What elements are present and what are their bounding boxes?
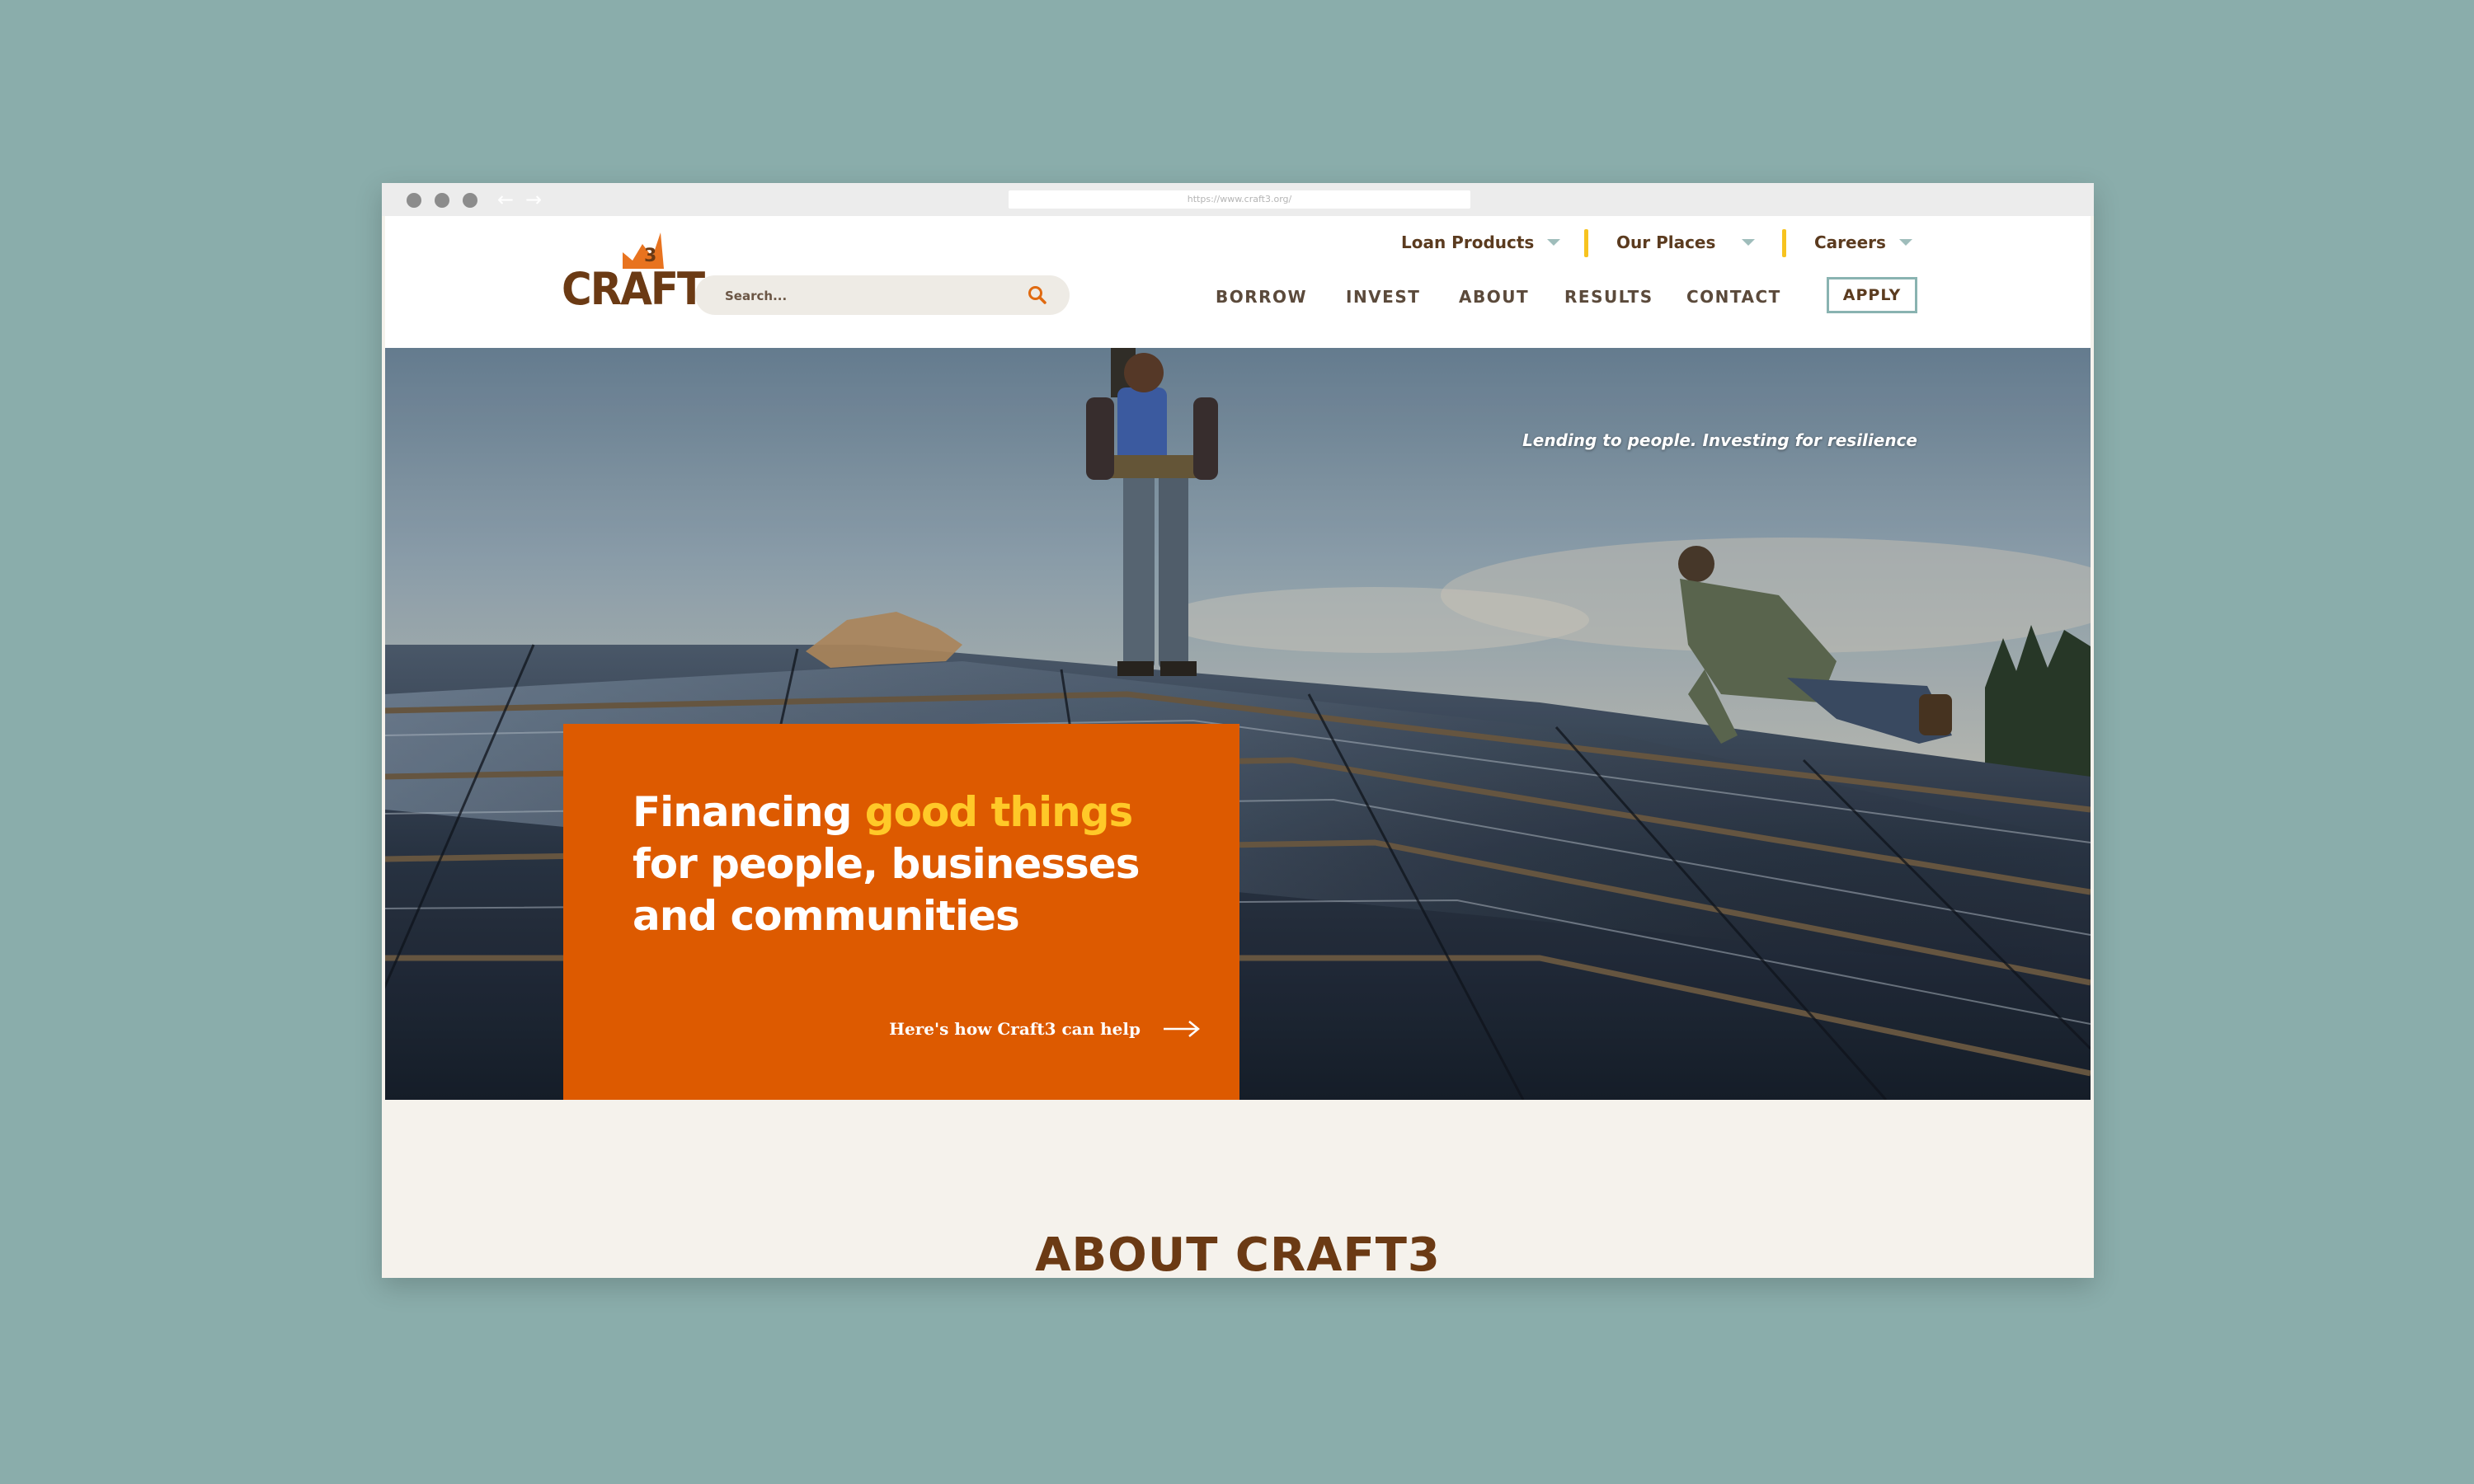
site-header: CRAFT 3 Loan Products Our Places Careers… [385, 216, 2091, 348]
back-arrow-icon[interactable]: ← [497, 188, 514, 211]
headline-highlight: good things [864, 788, 1133, 836]
hero-cta-panel: Financing good things for people, busine… [563, 724, 1239, 1100]
how-craft3-can-help-link[interactable]: Here's how Craft3 can help [889, 1019, 1200, 1039]
browser-window: ← → https://www.craft3.org/ CRAFT 3 Loan… [382, 183, 2094, 1278]
search-bar [695, 275, 1070, 317]
nav-results[interactable]: RESULTS [1564, 287, 1653, 307]
nav-borrow[interactable]: BORROW [1216, 287, 1307, 307]
arrow-right-icon [1164, 1021, 1200, 1037]
hero-tagline: Lending to people. Investing for resilie… [1522, 430, 1917, 450]
top-nav-label: Careers [1814, 232, 1886, 252]
nav-invest[interactable]: INVEST [1346, 287, 1420, 307]
top-nav-label: Our Places [1616, 232, 1716, 252]
chevron-down-icon [1742, 238, 1756, 246]
search-icon[interactable] [1027, 284, 1048, 306]
top-nav-label: Loan Products [1401, 232, 1535, 252]
headline-start: Financing [633, 788, 865, 836]
chevron-down-icon [1547, 238, 1561, 246]
logo-text: CRAFT [562, 263, 705, 315]
craft3-logo[interactable]: CRAFT 3 [562, 232, 705, 315]
search-input[interactable] [723, 275, 1023, 317]
forward-arrow-icon[interactable]: → [525, 188, 542, 211]
top-nav-our-places[interactable]: Our Places [1616, 232, 1756, 252]
apply-button[interactable]: APPLY [1827, 277, 1917, 313]
top-nav-careers[interactable]: Careers [1814, 232, 1912, 252]
headline-rest: for people, businesses and communities [633, 840, 1140, 940]
window-maximize-dot[interactable] [463, 193, 477, 208]
browser-chrome: ← → https://www.craft3.org/ [382, 183, 2094, 216]
cta-link-label: Here's how Craft3 can help [889, 1019, 1141, 1039]
top-nav-loan-products[interactable]: Loan Products [1401, 232, 1561, 252]
nav-contact[interactable]: CONTACT [1686, 287, 1781, 307]
window-close-dot[interactable] [407, 193, 421, 208]
hero-headline: Financing good things for people, busine… [633, 787, 1210, 942]
nav-about[interactable]: ABOUT [1459, 287, 1529, 307]
chevron-down-icon [1898, 238, 1912, 246]
nav-separator [1782, 229, 1786, 257]
address-bar[interactable]: https://www.craft3.org/ [1009, 190, 1470, 209]
logo-badge: 3 [644, 246, 657, 266]
nav-separator [1584, 229, 1588, 257]
hero-banner: Lending to people. Investing for resilie… [385, 348, 2091, 1100]
about-section-title: ABOUT CRAFT3 [1035, 1228, 1441, 1278]
window-minimize-dot[interactable] [435, 193, 449, 208]
